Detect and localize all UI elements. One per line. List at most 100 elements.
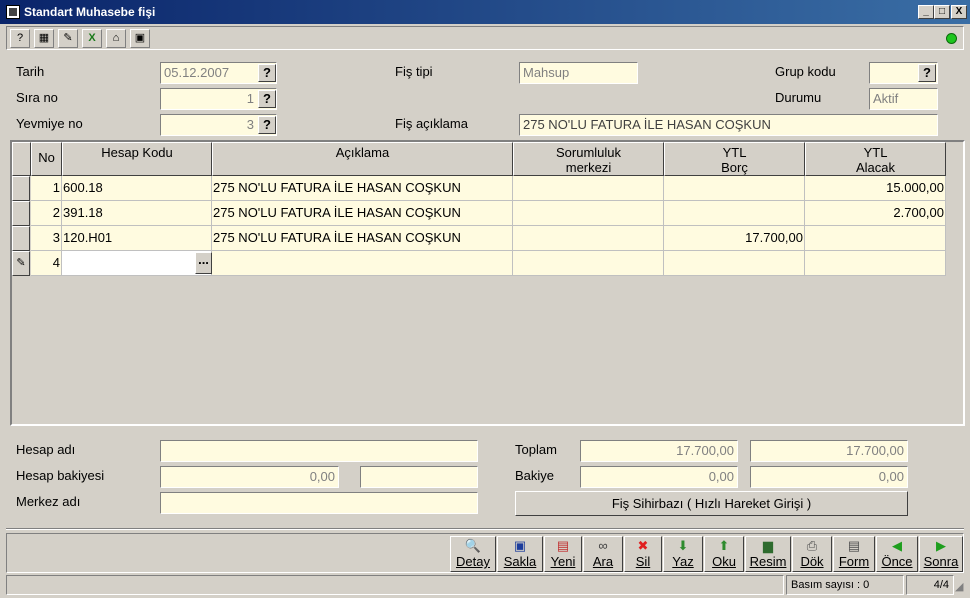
resim-label: Resim — [749, 554, 787, 569]
row-borc[interactable] — [664, 176, 805, 201]
yeni-button[interactable]: ▤ Yeni — [544, 536, 582, 572]
durumu-label: Durumu — [775, 90, 822, 105]
col-header-hesap-kodu[interactable]: Hesap Kodu — [62, 142, 212, 176]
edit-row-icon[interactable]: ✎ — [12, 251, 30, 276]
bakiye-alacak-field[interactable]: 0,00 — [750, 466, 908, 488]
merkez-adi-label: Merkez adı — [16, 494, 81, 509]
fis-tipi-field[interactable]: Mahsup — [519, 62, 638, 84]
oku-label: Oku — [712, 554, 736, 569]
form-icon: ▤ — [847, 538, 861, 553]
screen-icon[interactable]: ▣ — [130, 29, 150, 48]
merkez-adi-field[interactable] — [160, 492, 478, 514]
row-selector[interactable] — [12, 226, 30, 251]
resim-button[interactable]: ▆ Resim — [745, 536, 791, 572]
maximize-button[interactable]: □ — [934, 5, 950, 19]
tarih-help-button[interactable]: ? — [258, 64, 276, 82]
hesap-bakiyesi-field-2[interactable] — [360, 466, 478, 488]
row-sorumluluk[interactable] — [513, 201, 664, 226]
once-button[interactable]: ◀ Önce — [876, 536, 918, 572]
row-hesap-kodu[interactable]: 120.H01 — [62, 226, 212, 251]
write-icon: ⬇ — [677, 538, 689, 553]
row-aciklama[interactable]: 275 NO'LU FATURA İLE HASAN COŞKUN — [212, 176, 513, 201]
col-header-alacak[interactable]: YTL Alacak — [805, 142, 946, 176]
col-header-aciklama[interactable]: Açıklama — [212, 142, 513, 176]
col-header-alacak-line1: YTL — [863, 145, 888, 160]
once-label: Önce — [881, 554, 913, 569]
yaz-label: Yaz — [672, 554, 694, 569]
ara-button[interactable]: ∞ Ara — [583, 536, 623, 572]
row-selector[interactable] — [12, 201, 30, 226]
toolbar: ? ▦ ✎ X ⌂ ▣ — [6, 26, 964, 50]
fis-sihirbazi-button[interactable]: Fiş Sihirbazı ( Hızlı Hareket Girişi ) — [515, 491, 908, 516]
row-borc[interactable] — [664, 201, 805, 226]
row-hesap-kodu[interactable]: 600.18 — [62, 176, 212, 201]
previous-icon: ◀ — [892, 538, 902, 553]
minimize-button[interactable]: _ — [918, 5, 934, 19]
row-hesap-kodu[interactable]: 391.18 — [62, 201, 212, 226]
row-sorumluluk[interactable] — [513, 176, 664, 201]
fis-aciklama-field[interactable]: 275 NO'LU FATURA İLE HASAN COŞKUN — [519, 114, 938, 136]
ellipsis-button[interactable]: ... — [195, 252, 212, 274]
toplam-alacak-field[interactable]: 17.700,00 — [750, 440, 908, 462]
form-button[interactable]: ▤ Form — [833, 536, 875, 572]
row-borc[interactable]: 17.700,00 — [664, 226, 805, 251]
row-alacak[interactable] — [805, 251, 946, 276]
hesap-adi-label: Hesap adı — [16, 442, 76, 457]
ara-label: Ara — [592, 554, 614, 569]
calculator-icon[interactable]: ▦ — [34, 29, 54, 48]
sakla-button[interactable]: ▣ Sakla — [497, 536, 543, 572]
row-selector[interactable] — [12, 176, 30, 201]
hesap-bakiyesi-field[interactable]: 0,00 — [160, 466, 339, 488]
read-icon: ⬆ — [718, 538, 730, 553]
action-bar: 🔍 Detay ▣ Sakla ▤ Yeni ∞ Ara ✖ Sil ⬇ Yaz… — [6, 533, 964, 573]
row-no[interactable]: 1 — [31, 176, 62, 201]
oku-button[interactable]: ⬆ Oku — [704, 536, 744, 572]
col-header-borc[interactable]: YTL Borç — [664, 142, 805, 176]
yaz-button[interactable]: ⬇ Yaz — [663, 536, 703, 572]
row-hesap-kodu-editor[interactable] — [62, 251, 212, 276]
sonra-label: Sonra — [923, 554, 959, 569]
hesap-bakiyesi-label: Hesap bakiyesi — [16, 468, 105, 483]
sil-button[interactable]: ✖ Sil — [624, 536, 662, 572]
durumu-field[interactable]: Aktif — [869, 88, 938, 110]
toplam-borc-field[interactable]: 17.700,00 — [580, 440, 738, 462]
yevmiye-no-help-button[interactable]: ? — [258, 116, 276, 134]
col-header-sorumluluk-line1: Sorumluluk — [555, 145, 622, 160]
print-preview-icon[interactable]: ✎ — [58, 29, 78, 48]
tarih-label: Tarih — [16, 64, 45, 79]
row-alacak[interactable]: 2.700,00 — [805, 201, 946, 226]
sira-no-help-button[interactable]: ? — [258, 90, 276, 108]
col-header-no[interactable]: No — [31, 142, 62, 176]
row-borc[interactable] — [664, 251, 805, 276]
home-icon[interactable]: ⌂ — [106, 29, 126, 48]
resize-grip-icon[interactable]: ◢ — [955, 580, 963, 593]
col-header-alacak-line2: Alacak — [855, 160, 896, 175]
col-header-sorumluluk-line2: merkezi — [565, 160, 612, 175]
row-no[interactable]: 4 — [31, 251, 62, 276]
row-sorumluluk[interactable] — [513, 226, 664, 251]
help-icon[interactable]: ? — [10, 29, 30, 48]
excel-icon[interactable]: X — [82, 29, 102, 48]
close-button[interactable]: X — [951, 5, 967, 19]
row-no[interactable]: 3 — [31, 226, 62, 251]
printer-icon: ⎙ — [806, 538, 818, 553]
row-aciklama[interactable] — [212, 251, 513, 276]
yeni-label: Yeni — [550, 554, 576, 569]
hesap-adi-field[interactable] — [160, 440, 478, 462]
row-aciklama[interactable]: 275 NO'LU FATURA İLE HASAN COŞKUN — [212, 201, 513, 226]
row-no[interactable]: 2 — [31, 201, 62, 226]
yevmiye-no-label: Yevmiye no — [16, 116, 83, 131]
bakiye-borc-field[interactable]: 0,00 — [580, 466, 738, 488]
sonra-button[interactable]: ▶ Sonra — [919, 536, 963, 572]
row-alacak[interactable]: 15.000,00 — [805, 176, 946, 201]
row-aciklama[interactable]: 275 NO'LU FATURA İLE HASAN COŞKUN — [212, 226, 513, 251]
picture-icon: ▆ — [763, 538, 773, 553]
detay-button[interactable]: 🔍 Detay — [450, 536, 496, 572]
col-header-sorumluluk[interactable]: Sorumluluk merkezi — [513, 142, 664, 176]
row-sorumluluk[interactable] — [513, 251, 664, 276]
row-alacak[interactable] — [805, 226, 946, 251]
binoculars-icon: ∞ — [598, 538, 608, 553]
window-title: Standart Muhasebe fişi — [24, 5, 156, 19]
grup-kodu-help-button[interactable]: ? — [918, 64, 936, 82]
dok-button[interactable]: ⎙ Dök — [792, 536, 832, 572]
